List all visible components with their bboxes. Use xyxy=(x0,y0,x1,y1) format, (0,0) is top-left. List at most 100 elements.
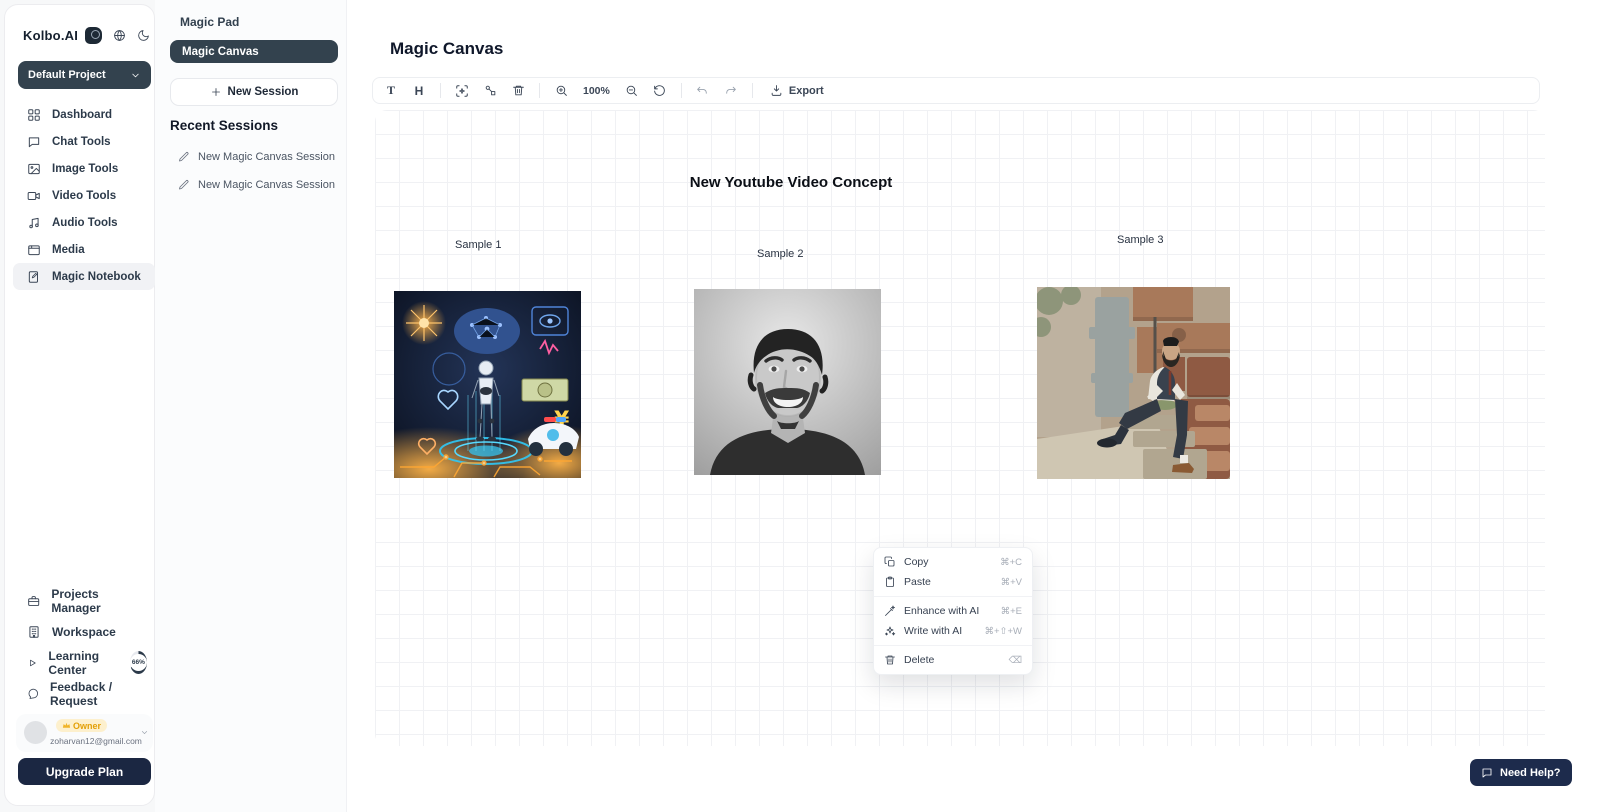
project-selector[interactable]: Default Project xyxy=(18,61,151,89)
crown-icon xyxy=(62,721,71,730)
sidebar-item-projects-manager[interactable]: Projects Manager xyxy=(13,585,155,616)
redo-button[interactable] xyxy=(719,80,743,101)
menu-item-label: Write with AI xyxy=(904,625,976,637)
briefcase-icon xyxy=(27,594,40,608)
delete-tool-button[interactable] xyxy=(506,80,530,101)
zoom-out-icon xyxy=(625,84,638,97)
sidebar-item-learning-center[interactable]: Learning Center 66% xyxy=(13,647,155,678)
trash-icon xyxy=(512,84,525,97)
menu-item-shortcut: ⌘+E xyxy=(1001,606,1022,617)
sidebar-item-label: Workspace xyxy=(52,625,116,639)
page-title: Magic Canvas xyxy=(390,39,503,59)
need-help-label: Need Help? xyxy=(1500,767,1561,779)
canvas-heading-text[interactable]: New Youtube Video Concept xyxy=(690,174,893,191)
owner-badge-label: Owner xyxy=(73,721,101,731)
context-menu-item-delete[interactable]: Delete ⌫ xyxy=(874,650,1032,670)
heading-tool-icon: H xyxy=(415,84,424,98)
menu-item-label: Delete xyxy=(904,654,1001,666)
dashboard-icon xyxy=(27,108,41,122)
avatar xyxy=(24,721,47,744)
sidebar-item-video-tools[interactable]: Video Tools xyxy=(13,182,155,209)
menu-item-shortcut: ⌫ xyxy=(1009,655,1022,666)
video-icon xyxy=(27,189,41,203)
plus-icon xyxy=(210,86,222,98)
sidebar-item-image-tools[interactable]: Image Tools xyxy=(13,155,155,182)
sample-3-label[interactable]: Sample 3 xyxy=(1117,234,1163,246)
sidebar-item-feedback[interactable]: Feedback / Request xyxy=(13,678,155,709)
sample-3-image[interactable] xyxy=(1037,287,1230,479)
context-menu-item-copy[interactable]: Copy ⌘+C xyxy=(874,552,1032,572)
session-list-item[interactable]: New Magic Canvas Session xyxy=(178,151,335,163)
ai-select-button[interactable] xyxy=(450,80,474,101)
sidebar-item-label: Dashboard xyxy=(52,109,112,121)
sidebar-item-chat-tools[interactable]: Chat Tools xyxy=(13,128,155,155)
user-card[interactable]: Owner zoharvan12@gmail.com xyxy=(16,714,153,752)
reset-rotation-icon xyxy=(653,84,666,97)
sidebar-item-media[interactable]: Media xyxy=(13,236,155,263)
tab-magic-canvas-label: Magic Canvas xyxy=(182,46,259,58)
export-button[interactable]: Export xyxy=(762,84,832,97)
upgrade-plan-button[interactable]: Upgrade Plan xyxy=(18,758,151,785)
new-session-label: New Session xyxy=(228,86,299,98)
recent-sessions-title: Recent Sessions xyxy=(170,118,278,133)
sidebar-item-magic-notebook[interactable]: Magic Notebook xyxy=(13,263,155,290)
sample-1-image[interactable]: ¥ xyxy=(394,291,581,478)
owner-badge: Owner xyxy=(56,719,107,732)
feedback-icon xyxy=(27,687,39,701)
sidebar-item-label: Magic Notebook xyxy=(52,271,141,283)
chevron-down-icon xyxy=(130,70,141,81)
undo-button[interactable] xyxy=(691,80,715,101)
tab-magic-canvas[interactable]: Magic Canvas xyxy=(170,40,338,63)
menu-item-shortcut: ⌘+C xyxy=(1000,557,1022,568)
toolbar-divider xyxy=(752,83,753,98)
sidebar-item-workspace[interactable]: Workspace xyxy=(13,616,155,647)
session-list-item[interactable]: New Magic Canvas Session xyxy=(178,179,335,191)
trash-icon xyxy=(884,654,896,666)
session-item-label: New Magic Canvas Session xyxy=(198,179,335,191)
sidebar-item-label: Video Tools xyxy=(52,190,116,202)
text-tool-icon: T xyxy=(387,83,395,98)
tab-magic-pad[interactable]: Magic Pad xyxy=(180,15,239,29)
globe-icon[interactable] xyxy=(113,29,126,42)
context-menu-item-paste[interactable]: Paste ⌘+V xyxy=(874,572,1032,592)
text-tool-button[interactable]: T xyxy=(379,80,403,101)
menu-item-label: Copy xyxy=(904,556,992,568)
sidebar-item-audio-tools[interactable]: Audio Tools xyxy=(13,209,155,236)
learning-progress-value: 66% xyxy=(130,654,147,671)
sidebar-item-label: Learning Center xyxy=(48,649,116,677)
sidebar-item-label: Audio Tools xyxy=(52,217,118,229)
play-icon xyxy=(27,656,37,670)
brain-logo-icon xyxy=(85,27,102,44)
connector-icon xyxy=(484,84,497,97)
new-session-button[interactable]: New Session xyxy=(170,78,338,106)
chevron-down-icon xyxy=(140,728,149,737)
menu-divider xyxy=(874,596,1032,597)
copy-icon xyxy=(884,556,896,568)
zoom-out-button[interactable] xyxy=(620,80,644,101)
zoom-in-button[interactable] xyxy=(549,80,573,101)
download-icon xyxy=(770,84,783,97)
paste-icon xyxy=(884,576,896,588)
heading-tool-button[interactable]: H xyxy=(407,80,431,101)
sidebar-item-label: Feedback / Request xyxy=(50,680,147,708)
app-logo: Kolbo.AI xyxy=(23,28,78,43)
sample-2-label[interactable]: Sample 2 xyxy=(757,248,803,260)
moon-icon[interactable] xyxy=(137,29,150,42)
building-icon xyxy=(27,625,41,639)
sample-1-label[interactable]: Sample 1 xyxy=(455,239,501,251)
sample-2-image[interactable] xyxy=(694,289,881,475)
session-item-label: New Magic Canvas Session xyxy=(198,151,335,163)
menu-item-label: Enhance with AI xyxy=(904,605,993,617)
context-menu-item-write-with-ai[interactable]: Write with AI ⌘+⇧+W xyxy=(874,621,1032,641)
reset-view-button[interactable] xyxy=(648,80,672,101)
user-email: zoharvan12@gmail.com xyxy=(46,736,146,746)
context-menu-item-enhance-with-ai[interactable]: Enhance with AI ⌘+E xyxy=(874,601,1032,621)
need-help-button[interactable]: Need Help? xyxy=(1470,759,1572,786)
ai-select-icon xyxy=(455,84,469,98)
chat-icon xyxy=(27,135,41,149)
pencil-icon xyxy=(178,151,190,163)
connector-button[interactable] xyxy=(478,80,502,101)
context-menu: Copy ⌘+C Paste ⌘+V Enhance with AI ⌘+E W… xyxy=(873,547,1033,675)
toolbar-divider xyxy=(440,83,441,98)
sidebar-item-dashboard[interactable]: Dashboard xyxy=(13,101,155,128)
